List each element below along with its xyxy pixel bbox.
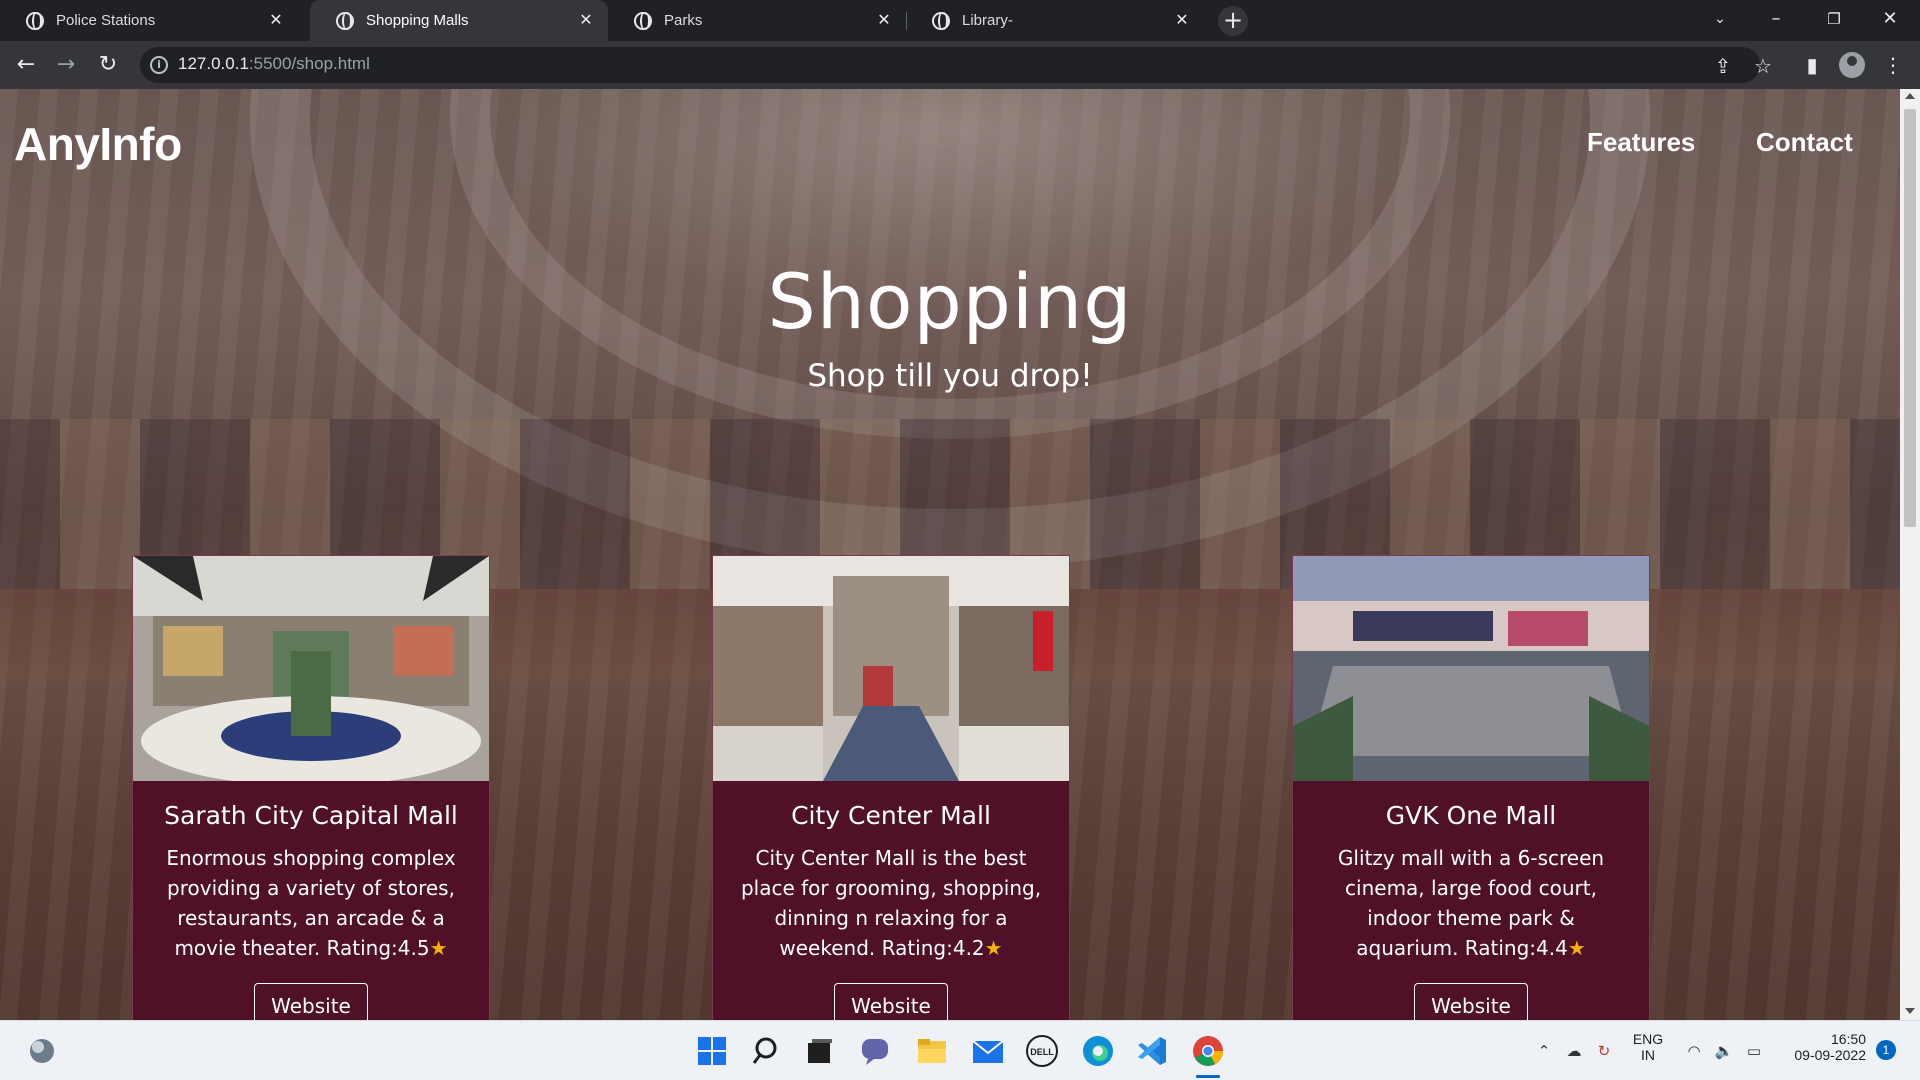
restore-button[interactable]: ❐ xyxy=(1806,0,1862,41)
widgets-icon[interactable] xyxy=(24,1033,60,1069)
tab-title: Parks xyxy=(664,12,703,29)
mall-card: City Center Mall City Center Mall is the… xyxy=(712,555,1070,1020)
share-icon[interactable]: ⇪ xyxy=(1712,55,1734,77)
volume-icon[interactable]: 🔈 xyxy=(1714,1041,1734,1061)
site-logo[interactable]: AnyInfo xyxy=(14,117,182,171)
web-page: AnyInfo Features Contact Shopping Shop t… xyxy=(0,89,1900,1020)
browser-toolbar: ← → ↻ i 127.0.0.1:5500/shop.html ⇪ ☆ ▮ ⋮ xyxy=(0,41,1920,89)
search-icon[interactable] xyxy=(750,1033,786,1069)
close-window-button[interactable]: ✕ xyxy=(1862,0,1918,41)
onedrive-cloud-icon[interactable]: ☁ xyxy=(1564,1041,1584,1061)
tab-shopping-malls[interactable]: Shopping Malls ✕ xyxy=(310,0,608,41)
mall-card: Sarath City Capital Mall Enormous shoppi… xyxy=(132,555,490,1020)
clock-date: 09-09-2022 xyxy=(1794,1047,1866,1063)
mall-card: GVK One Mall Glitzy mall with a 6-screen… xyxy=(1292,555,1650,1020)
vscode-icon[interactable] xyxy=(1134,1033,1170,1069)
mall-photo xyxy=(713,556,1069,781)
edge-browser-icon[interactable] xyxy=(1080,1033,1116,1069)
tab-police-stations[interactable]: Police Stations ✕ xyxy=(0,0,298,41)
globe-icon xyxy=(634,11,652,30)
notification-badge[interactable]: 1 xyxy=(1876,1040,1896,1060)
nav-features[interactable]: Features xyxy=(1587,127,1695,158)
scrollbar-thumb[interactable] xyxy=(1904,109,1916,527)
nav-contact[interactable]: Contact xyxy=(1756,127,1853,158)
mail-icon[interactable] xyxy=(970,1033,1006,1069)
clock-time: 16:50 xyxy=(1830,1031,1866,1047)
hero-subtitle: Shop till you drop! xyxy=(807,358,1093,394)
wifi-icon[interactable]: ◠ xyxy=(1684,1041,1704,1061)
scroll-down-arrow-icon[interactable] xyxy=(1905,1008,1915,1014)
tab-parks[interactable]: Parks ✕ xyxy=(608,0,906,41)
star-icon: ★ xyxy=(1567,936,1586,960)
bookmark-star-icon[interactable]: ☆ xyxy=(1752,55,1774,77)
show-hidden-icons-icon[interactable]: ⌃ xyxy=(1534,1041,1554,1061)
language-code: ENG xyxy=(1632,1031,1664,1047)
back-button[interactable]: ← xyxy=(10,49,42,81)
scroll-up-arrow-icon[interactable] xyxy=(1905,93,1915,99)
language-indicator[interactable]: ENG IN xyxy=(1630,1031,1666,1063)
forward-button[interactable]: → xyxy=(50,49,82,81)
windows-taskbar: DELL ⌃ ☁ ↻ ENG IN ◠ 🔈 ▭ 16:50 09-09-2022 xyxy=(0,1020,1920,1080)
file-explorer-icon[interactable] xyxy=(914,1033,950,1069)
mall-description: Glitzy mall with a 6-screen cinema, larg… xyxy=(1315,843,1627,963)
website-button[interactable]: Website xyxy=(834,983,948,1020)
tab-title: Police Stations xyxy=(56,12,156,29)
side-panel-icon[interactable]: ▮ xyxy=(1798,51,1826,79)
url-host: 127.0.0.1 xyxy=(178,54,249,73)
url-text[interactable]: 127.0.0.1:5500/shop.html xyxy=(178,54,370,74)
minimize-button[interactable]: – xyxy=(1748,0,1804,41)
mall-name: City Center Mall xyxy=(791,801,991,830)
address-bar[interactable]: i 127.0.0.1:5500/shop.html ⇪ ☆ xyxy=(140,47,1772,83)
mall-description: Enormous shopping complex providing a va… xyxy=(155,843,467,963)
region-code: IN xyxy=(1641,1047,1655,1063)
tab-library[interactable]: Library- ✕ xyxy=(906,0,1204,41)
close-icon[interactable]: ✕ xyxy=(1172,11,1192,31)
website-button[interactable]: Website xyxy=(1414,983,1528,1020)
active-app-indicator xyxy=(1196,1075,1220,1078)
star-icon: ★ xyxy=(429,936,448,960)
mall-name: GVK One Mall xyxy=(1385,801,1557,830)
globe-icon xyxy=(932,11,950,30)
menu-kebab-icon[interactable]: ⋮ xyxy=(1879,51,1907,79)
description-text: Glitzy mall with a 6-screen cinema, larg… xyxy=(1337,846,1605,960)
tab-title: Library- xyxy=(962,12,1013,29)
clock[interactable]: 16:50 09-09-2022 xyxy=(1780,1031,1866,1063)
url-path: :5500/shop.html xyxy=(248,54,370,73)
star-icon: ★ xyxy=(984,936,1003,960)
svg-text:DELL: DELL xyxy=(1030,1047,1054,1057)
globe-icon xyxy=(336,11,354,30)
dell-icon[interactable]: DELL xyxy=(1024,1033,1060,1069)
task-view-icon[interactable] xyxy=(802,1033,838,1069)
profile-avatar-icon[interactable] xyxy=(1839,52,1865,78)
chrome-icon[interactable] xyxy=(1190,1033,1226,1069)
website-button[interactable]: Website xyxy=(254,983,368,1020)
mall-name: Sarath City Capital Mall xyxy=(164,801,458,830)
teams-chat-icon[interactable] xyxy=(858,1033,894,1069)
start-windows-icon[interactable] xyxy=(694,1033,730,1069)
globe-icon xyxy=(26,11,44,30)
close-icon[interactable]: ✕ xyxy=(874,11,894,31)
browser-tab-strip: Police Stations ✕ Shopping Malls ✕ Parks… xyxy=(0,0,1920,41)
tab-search-icon[interactable]: ⌄ xyxy=(1692,0,1748,41)
mall-photo xyxy=(133,556,489,781)
close-icon[interactable]: ✕ xyxy=(266,11,286,31)
reload-button[interactable]: ↻ xyxy=(92,49,124,81)
tab-title: Shopping Malls xyxy=(366,12,469,29)
mall-description: City Center Mall is the best place for g… xyxy=(735,843,1047,963)
new-tab-button[interactable]: + xyxy=(1218,6,1248,36)
hero-title: Shopping xyxy=(767,257,1133,346)
info-icon[interactable]: i xyxy=(150,56,168,74)
description-text: Enormous shopping complex providing a va… xyxy=(166,846,456,960)
battery-icon[interactable]: ▭ xyxy=(1744,1041,1764,1061)
page-scrollbar[interactable] xyxy=(1900,89,1920,1020)
sync-icon[interactable]: ↻ xyxy=(1594,1041,1614,1061)
close-icon[interactable]: ✕ xyxy=(576,11,596,31)
mall-photo xyxy=(1293,556,1649,781)
